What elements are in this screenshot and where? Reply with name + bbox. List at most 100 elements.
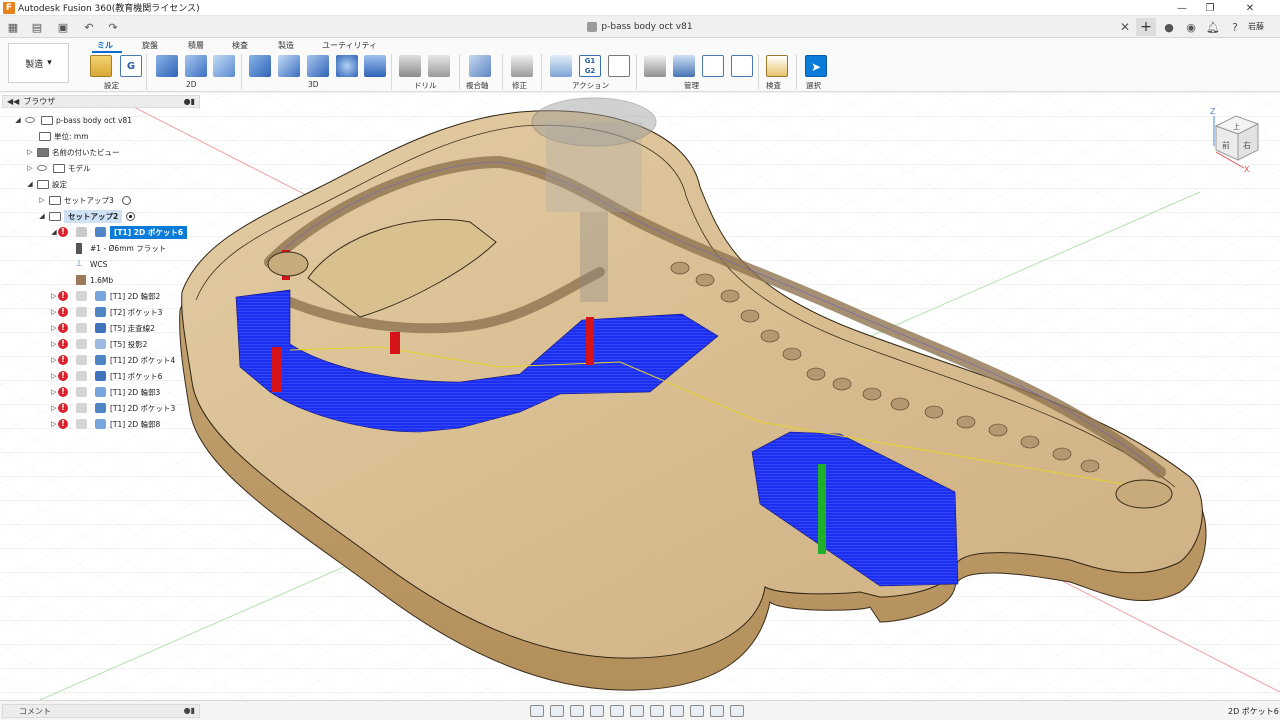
- op-visibility-icon[interactable]: [76, 371, 87, 381]
- 3d-pocket-icon[interactable]: [278, 55, 300, 77]
- expand-icon[interactable]: ▷: [50, 372, 58, 380]
- tab-turning[interactable]: 旋盤: [142, 40, 158, 51]
- tree-item-size[interactable]: 1.6Mb: [76, 272, 113, 288]
- orbit-icon[interactable]: [530, 705, 544, 717]
- look-at-icon[interactable]: [550, 705, 564, 717]
- drill-icon[interactable]: [399, 55, 421, 77]
- fit-icon[interactable]: [610, 705, 624, 717]
- op-visibility-icon[interactable]: [76, 339, 87, 349]
- help-icon[interactable]: ?: [1226, 19, 1244, 35]
- group-multi-axis[interactable]: 複合軸: [466, 80, 489, 91]
- measure-icon[interactable]: [766, 55, 788, 77]
- expand-icon[interactable]: ◢: [26, 180, 34, 188]
- tree-item-op[interactable]: ▷! [T1] 2D 輪郭2: [50, 288, 160, 304]
- steep-shallow-icon[interactable]: [307, 55, 329, 77]
- zoom-icon[interactable]: [590, 705, 604, 717]
- tree-item-document[interactable]: ◢ p-bass body oct v81: [14, 112, 132, 128]
- group-select[interactable]: 選択: [806, 80, 821, 91]
- notifications-icon[interactable]: 🔔︎: [1204, 19, 1222, 35]
- group-drill[interactable]: ドリル: [414, 80, 437, 91]
- tree-item-model[interactable]: ▷ モデル: [26, 160, 91, 176]
- group-setup[interactable]: 設定: [104, 80, 119, 91]
- expand-icon[interactable]: ◢: [38, 212, 46, 220]
- close-window-icon[interactable]: ✕: [1236, 0, 1264, 16]
- expand-icon[interactable]: ▷: [50, 420, 58, 428]
- extensions-icon[interactable]: ●: [1160, 19, 1178, 35]
- machine-library-icon[interactable]: [673, 55, 695, 77]
- comments-panel[interactable]: コメント ●▮: [2, 704, 200, 718]
- op-visibility-icon[interactable]: [76, 307, 87, 317]
- setup-folder-icon[interactable]: [90, 55, 112, 77]
- expand-icon[interactable]: ▷: [50, 308, 58, 316]
- tree-item-units[interactable]: 単位: mm: [28, 128, 89, 144]
- pan-icon[interactable]: [570, 705, 584, 717]
- expand-icon[interactable]: ▷: [38, 196, 46, 204]
- job-status-icon[interactable]: ◉: [1182, 19, 1200, 35]
- collapse-panel-icon[interactable]: ◀◀: [7, 97, 19, 106]
- expand-icon[interactable]: ▷: [50, 388, 58, 396]
- group-manage[interactable]: 管理: [684, 80, 699, 91]
- activate-radio-icon[interactable]: [121, 195, 131, 205]
- visibility-icon[interactable]: [25, 117, 35, 123]
- workspace-switcher[interactable]: 製造 ▾: [8, 43, 69, 83]
- multi-axis-icon[interactable]: [469, 55, 491, 77]
- select-arrow-icon[interactable]: ➤: [805, 55, 827, 77]
- appearance-icon[interactable]: [730, 705, 744, 717]
- tree-item-wcs[interactable]: ⟂ WCS: [76, 256, 107, 272]
- camera-icon[interactable]: [690, 705, 704, 717]
- tree-item-setup2[interactable]: ◢ セットアップ2: [38, 208, 136, 224]
- restore-icon[interactable]: ❐: [1196, 0, 1224, 16]
- tree-item-op[interactable]: ▷! [T1] 2D ポケット4: [50, 352, 175, 368]
- tree-item-setups[interactable]: ◢ 設定: [26, 176, 67, 192]
- 2d-adaptive-icon[interactable]: [156, 55, 178, 77]
- tab-mill[interactable]: ミル: [97, 40, 113, 51]
- tab-inspection[interactable]: 検査: [232, 40, 248, 51]
- expand-icon[interactable]: ◢: [14, 116, 22, 124]
- op-visibility-icon[interactable]: [76, 387, 87, 397]
- tab-additive[interactable]: 積層: [188, 40, 204, 51]
- tree-item-op[interactable]: ▷! [T1] ポケット6: [50, 368, 162, 384]
- tree-item-setup3[interactable]: ▷ セットアップ3: [38, 192, 131, 208]
- user-name[interactable]: 岩藤: [1248, 21, 1264, 32]
- tree-item-named-views[interactable]: ▷ 名前の付いたビュー: [26, 144, 120, 160]
- group-modify[interactable]: 修正: [512, 80, 527, 91]
- close-tab-icon[interactable]: ✕: [1120, 20, 1130, 34]
- tree-item-op[interactable]: ▷! [T1] 2D 輪郭3: [50, 384, 160, 400]
- group-2d[interactable]: 2D: [186, 80, 197, 89]
- tree-item-op[interactable]: ▷! [T5] 走査線2: [50, 320, 155, 336]
- comments-options-icon[interactable]: ●▮: [184, 706, 195, 715]
- panel-options-icon[interactable]: ●▮: [184, 97, 195, 106]
- tree-item-tool[interactable]: #1 - Ø6mm フラット: [76, 240, 166, 256]
- group-3d[interactable]: 3D: [308, 80, 319, 89]
- browser-header[interactable]: ◀◀ ブラウザ ●▮: [2, 95, 200, 108]
- simulate-icon[interactable]: [550, 55, 572, 77]
- display-settings-icon[interactable]: [630, 705, 644, 717]
- nc-program-icon[interactable]: G: [120, 55, 142, 77]
- active-radio-icon[interactable]: [126, 211, 136, 221]
- 3d-adaptive-icon[interactable]: [249, 55, 271, 77]
- expand-icon[interactable]: ▷: [50, 404, 58, 412]
- document-tab[interactable]: p-bass body oct v81: [0, 16, 1280, 38]
- expand-icon[interactable]: ▷: [50, 340, 58, 348]
- minimize-icon[interactable]: —: [1168, 0, 1196, 16]
- op-visibility-icon[interactable]: [76, 291, 87, 301]
- op-visibility-icon[interactable]: [76, 419, 87, 429]
- expand-icon[interactable]: ▷: [50, 356, 58, 364]
- viewports-icon[interactable]: [670, 705, 684, 717]
- op-visibility-icon[interactable]: [76, 323, 87, 333]
- expand-icon[interactable]: ▷: [50, 292, 58, 300]
- new-tab-button[interactable]: +: [1136, 18, 1156, 36]
- grid-settings-icon[interactable]: [650, 705, 664, 717]
- refresh-icon[interactable]: [710, 705, 724, 717]
- setup-sheet-icon[interactable]: [608, 55, 630, 77]
- parallel-icon[interactable]: [336, 55, 358, 77]
- tab-fabrication[interactable]: 製造: [278, 40, 294, 51]
- expand-icon[interactable]: ▷: [50, 324, 58, 332]
- group-actions[interactable]: アクション: [572, 80, 609, 91]
- expand-icon[interactable]: ◢: [50, 228, 58, 236]
- post-process-icon[interactable]: G1 G2: [579, 55, 601, 77]
- tree-item-op-selected[interactable]: ◢! [T1] 2D ポケット6: [50, 224, 188, 240]
- tree-item-op[interactable]: ▷! [T1] 2D 輪郭8: [50, 416, 160, 432]
- op-visibility-icon[interactable]: [76, 355, 87, 365]
- modify-icon[interactable]: [511, 55, 533, 77]
